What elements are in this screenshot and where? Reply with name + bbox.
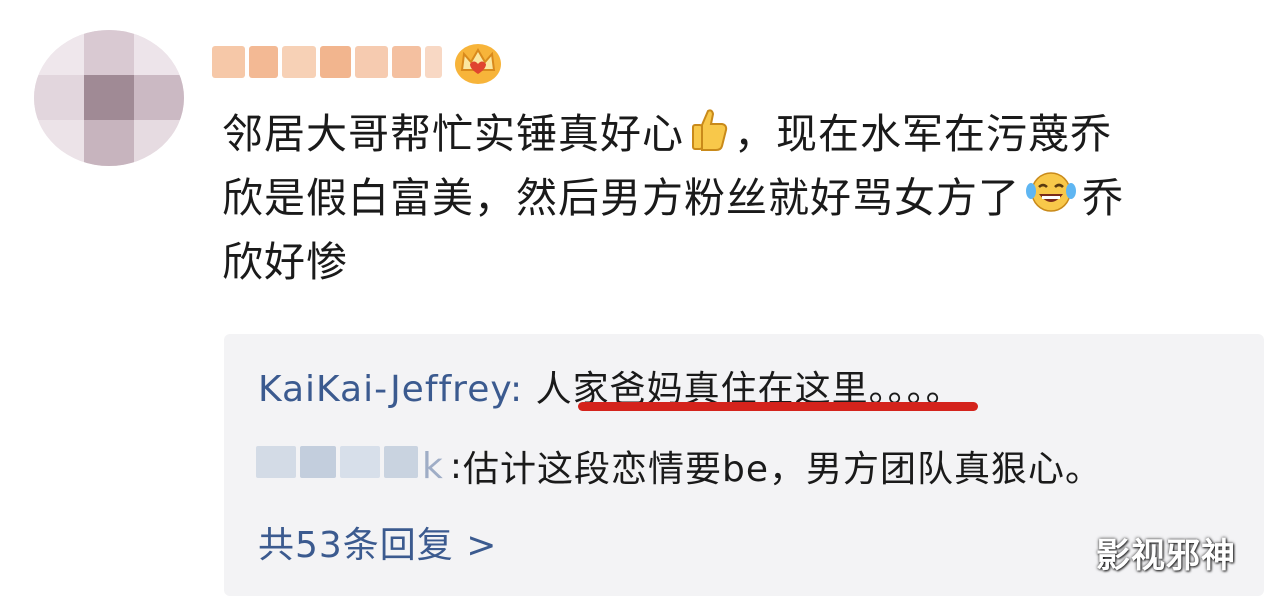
reply-item[interactable]: k : 估计这段恋情要be，男方团队真狠心。 bbox=[256, 440, 1102, 492]
comment-text: 邻居大哥帮忙实锤真好心 ，现在水军在污蔑乔 欣是假白富美，然后男方粉丝就好骂女方了… bbox=[222, 104, 1262, 293]
reply-username-blurred[interactable]: k bbox=[256, 445, 444, 487]
thumbs-up-icon bbox=[690, 107, 728, 168]
highlight-underline bbox=[578, 402, 978, 411]
avatar[interactable] bbox=[34, 30, 184, 166]
view-all-replies-link[interactable]: 共53条回复 > bbox=[258, 516, 497, 568]
laughing-tears-icon bbox=[1026, 169, 1076, 232]
watermark: 影视邪神 bbox=[1096, 536, 1236, 576]
reply-username[interactable]: KaiKai-Jeffrey bbox=[258, 369, 510, 410]
crown-badge-icon bbox=[452, 38, 504, 86]
reply-text: 估计这段恋情要be，男方团队真狠心。 bbox=[463, 449, 1103, 490]
username-blurred[interactable] bbox=[212, 42, 442, 82]
